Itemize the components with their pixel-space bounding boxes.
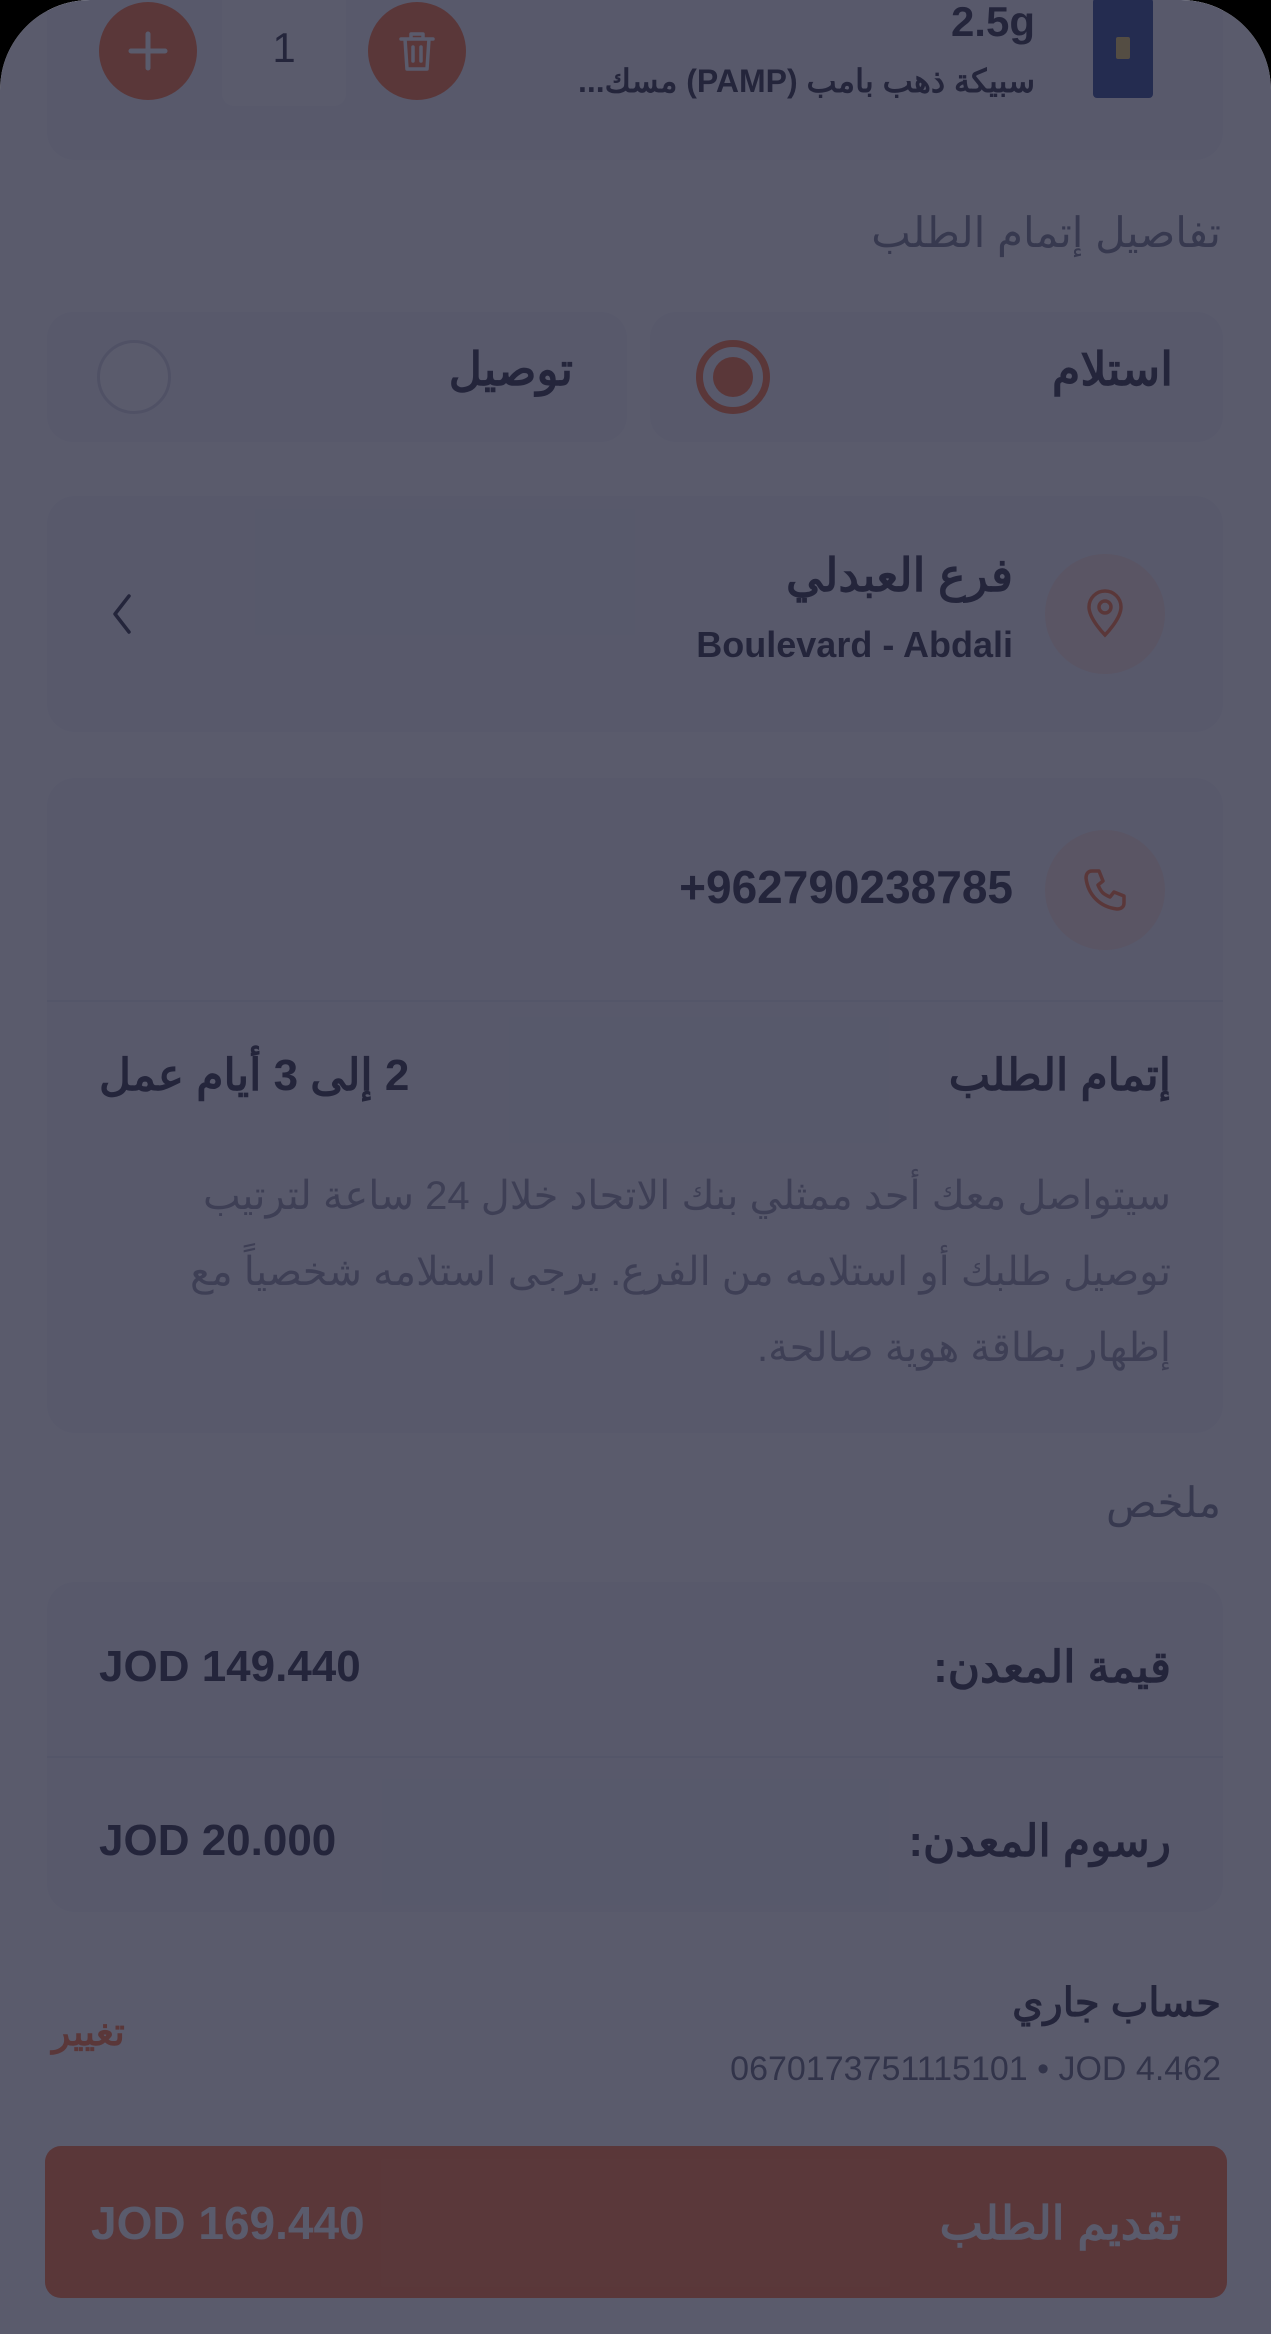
summary-row-label: رسوم المعدن:: [908, 1817, 1171, 1866]
location-icon-circle: [1045, 554, 1165, 674]
pickup-option[interactable]: استلام: [650, 312, 1223, 442]
completion-description: سيتواصل معك أحد ممثلي بنك الاتحاد خلال 2…: [91, 1158, 1171, 1386]
branch-name: فرع العبدلي: [786, 549, 1013, 601]
summary-row: قيمة المعدن: JOD 149.440: [47, 1582, 1223, 1756]
product-name: سبيكة ذهب بامب (PAMP) مسك...: [578, 63, 1035, 99]
completion-description-line: توصيل طلبك أو استلامه من الفرع. يرجى است…: [189, 1250, 1171, 1294]
delivery-option[interactable]: توصيل: [47, 312, 627, 442]
summary-row-value: JOD 20.000: [99, 1816, 337, 1865]
quantity-box[interactable]: 1: [222, 0, 346, 106]
phone-icon: [1084, 869, 1126, 911]
submit-order-button[interactable]: تقديم الطلب JOD 169.440: [45, 2146, 1227, 2298]
delete-item-button[interactable]: [368, 2, 466, 100]
branch-card[interactable]: فرع العبدلي Boulevard - Abdali: [47, 496, 1223, 732]
product-card: 1 2.5g سبيكة ذهب بامب (PAMP) مسك...: [47, 0, 1223, 160]
checkout-screen: 1 2.5g سبيكة ذهب بامب (PAMP) مسك... تفاص…: [0, 0, 1271, 2334]
summary-row: رسوم المعدن: JOD 20.000: [47, 1758, 1223, 1912]
summary-card: قيمة المعدن: JOD 149.440 رسوم المعدن: JO…: [47, 1582, 1223, 1912]
summary-row-label: قيمة المعدن:: [933, 1643, 1171, 1692]
delivery-radio[interactable]: [97, 340, 171, 414]
contact-completion-card: +962790238785 إتمام الطلب 2 إلى 3 أيام ع…: [47, 778, 1223, 1433]
summary-row-value: JOD 149.440: [99, 1642, 361, 1691]
chevron-left-icon[interactable]: [109, 592, 135, 636]
increase-quantity-button[interactable]: [99, 2, 197, 100]
quantity-value: 1: [272, 24, 296, 71]
gold-bar-icon: [1116, 37, 1130, 59]
location-pin-icon: [1087, 589, 1123, 638]
account-details: 0670173751115101 • JOD 4.462: [730, 2050, 1221, 2088]
completion-duration: 2 إلى 3 أيام عمل: [99, 1051, 410, 1100]
summary-section-title: ملخص: [1106, 1479, 1221, 1526]
card-divider: [47, 1000, 1223, 1002]
fulfillment-section-title: تفاصيل إتمام الطلب: [871, 209, 1221, 256]
trash-icon: [399, 32, 435, 71]
product-weight: 2.5g: [950, 0, 1035, 45]
completion-description-line: سيتواصل معك أحد ممثلي بنك الاتحاد خلال 2…: [203, 1174, 1171, 1218]
submit-order-total: JOD 169.440: [91, 2197, 365, 2249]
product-thumbnail: [1093, 0, 1153, 98]
account-title: حساب جاري: [1012, 1981, 1221, 2025]
radio-selected-dot: [713, 357, 753, 397]
submit-order-label: تقديم الطلب: [939, 2197, 1181, 2249]
delivery-label: توصيل: [448, 343, 573, 395]
pickup-label: استلام: [1051, 343, 1173, 395]
completion-title: إتمام الطلب: [948, 1051, 1171, 1100]
change-account-link[interactable]: تغيير: [52, 2010, 125, 2055]
branch-address: Boulevard - Abdali: [696, 624, 1013, 665]
phone-number: +962790238785: [679, 861, 1013, 913]
pickup-radio[interactable]: [696, 340, 770, 414]
plus-icon: [128, 31, 168, 71]
completion-description-line: إظهار بطاقة هوية صالحة.: [757, 1326, 1171, 1370]
phone-icon-circle: [1045, 830, 1165, 950]
